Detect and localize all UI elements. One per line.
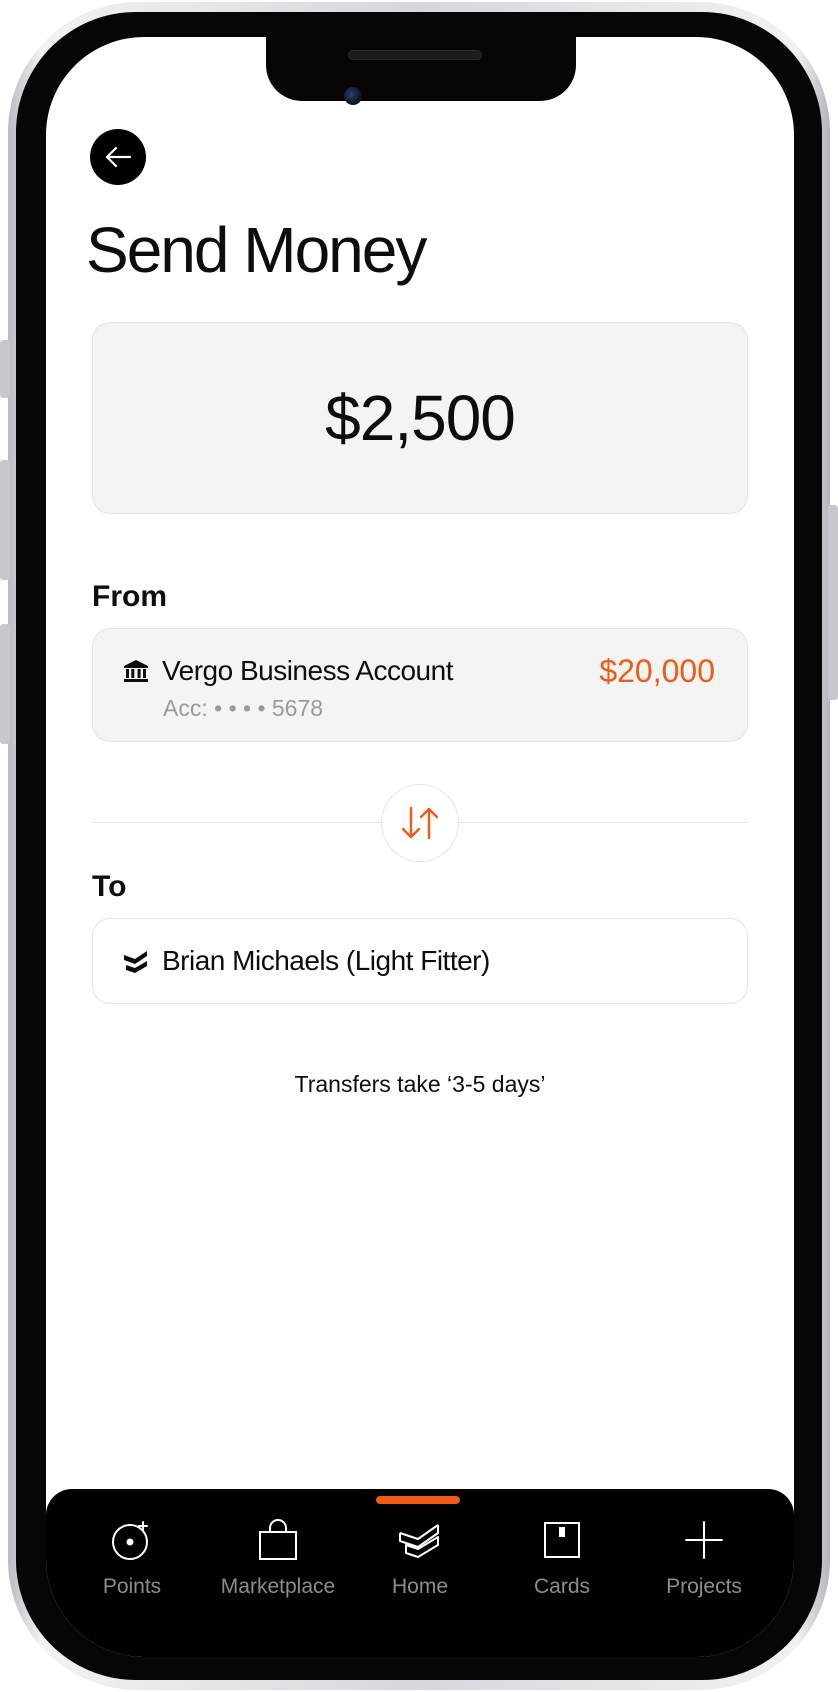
vergo-logo-icon	[124, 951, 147, 973]
bank-icon	[124, 660, 148, 682]
account-name: Vergo Business Account	[162, 655, 453, 686]
notch	[266, 37, 576, 101]
back-button[interactable]	[90, 129, 146, 185]
account-number: Acc: • • • • 5678	[163, 695, 324, 721]
transfer-note: Transfers take ‘3-5 days’	[294, 1071, 546, 1097]
nav-label: Points	[102, 1575, 162, 1598]
page-title: Send Money	[86, 214, 427, 286]
shopping-bag-icon	[259, 1519, 297, 1560]
home-logo-icon	[399, 1524, 439, 1558]
points-icon	[112, 1521, 148, 1560]
app-screen: Send Money $2,500 From Vergo Business Ac…	[46, 37, 794, 1657]
active-tab-indicator	[376, 1496, 460, 1504]
account-balance: $20,000	[599, 653, 715, 689]
nav-item-points[interactable]: Points	[62, 1515, 202, 1615]
amount-value: $2,500	[325, 382, 516, 454]
nav-label: Cards	[533, 1575, 591, 1598]
power-button	[828, 505, 838, 700]
nav-item-home[interactable]: Home	[350, 1515, 490, 1615]
bottom-nav: Points Marketplace Home Cards Projects	[46, 1489, 794, 1657]
nav-item-cards[interactable]: Cards	[492, 1515, 632, 1615]
front-camera	[344, 87, 362, 105]
to-label: To	[92, 870, 127, 903]
swap-arrows-icon	[401, 806, 439, 840]
nav-label: Marketplace	[220, 1575, 336, 1598]
to-payee-card[interactable]: Brian Michaels (Light Fitter)	[92, 918, 748, 1004]
mute-switch	[0, 340, 10, 398]
nav-item-marketplace[interactable]: Marketplace	[208, 1515, 348, 1615]
nav-label: Projects	[666, 1575, 742, 1598]
earpiece-speaker	[348, 50, 482, 60]
plus-icon	[685, 1521, 723, 1559]
volume-down-button	[0, 624, 10, 744]
volume-up-button	[0, 460, 10, 580]
nav-item-projects[interactable]: Projects	[634, 1515, 774, 1615]
arrow-left-icon	[105, 146, 132, 168]
amount-input[interactable]: $2,500	[92, 322, 748, 514]
from-account-card[interactable]: Vergo Business Account Acc: • • • • 5678…	[92, 628, 748, 742]
nav-label: Home	[391, 1575, 449, 1598]
swap-accounts-button[interactable]	[381, 784, 459, 862]
from-label: From	[92, 580, 167, 613]
payee-name: Brian Michaels (Light Fitter)	[162, 945, 490, 976]
card-icon	[544, 1522, 580, 1558]
